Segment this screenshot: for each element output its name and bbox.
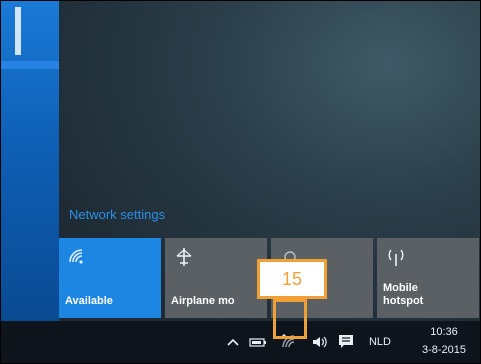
tile-mobile-hotspot[interactable]: Mobile hotspot bbox=[377, 238, 479, 318]
battery-button[interactable] bbox=[247, 321, 269, 363]
tile-wifi-label: Available bbox=[65, 295, 113, 307]
action-center-button[interactable] bbox=[335, 321, 357, 363]
desktop-background bbox=[1, 1, 59, 321]
input-language-button[interactable]: NLD bbox=[363, 321, 397, 363]
wifi-icon bbox=[69, 249, 83, 264]
volume-button[interactable] bbox=[309, 321, 331, 363]
desktop-highlight bbox=[1, 61, 59, 69]
tile-airplane-mode[interactable]: Airplane mo bbox=[165, 238, 267, 318]
tile-hotspot-label: Mobile hotspot bbox=[383, 282, 424, 307]
screenshot-frame: Network settings Available Airplane mo M… bbox=[0, 0, 481, 364]
network-settings-link[interactable]: Network settings bbox=[69, 207, 165, 222]
show-hidden-icons-button[interactable] bbox=[223, 321, 243, 363]
tile-airplane-label: Airplane mo bbox=[171, 295, 235, 307]
annotation-callout-number: 15 bbox=[257, 259, 327, 299]
hotspot-icon bbox=[388, 249, 404, 266]
speaker-icon bbox=[313, 336, 327, 348]
taskbar: NLD bbox=[1, 321, 480, 363]
tile-wifi[interactable]: Available bbox=[59, 238, 161, 318]
windows-logo-pane bbox=[15, 7, 21, 55]
clock-time: 10:36 bbox=[430, 326, 458, 338]
clock-button[interactable]: 10:36 3-8-2015 bbox=[415, 323, 473, 361]
airplane-icon bbox=[176, 248, 192, 266]
network-icon-highlight bbox=[273, 299, 307, 339]
chevron-up-icon bbox=[227, 338, 239, 346]
notifications-icon bbox=[339, 335, 353, 348]
battery-icon bbox=[249, 338, 266, 347]
clock-date: 3-8-2015 bbox=[421, 344, 467, 356]
